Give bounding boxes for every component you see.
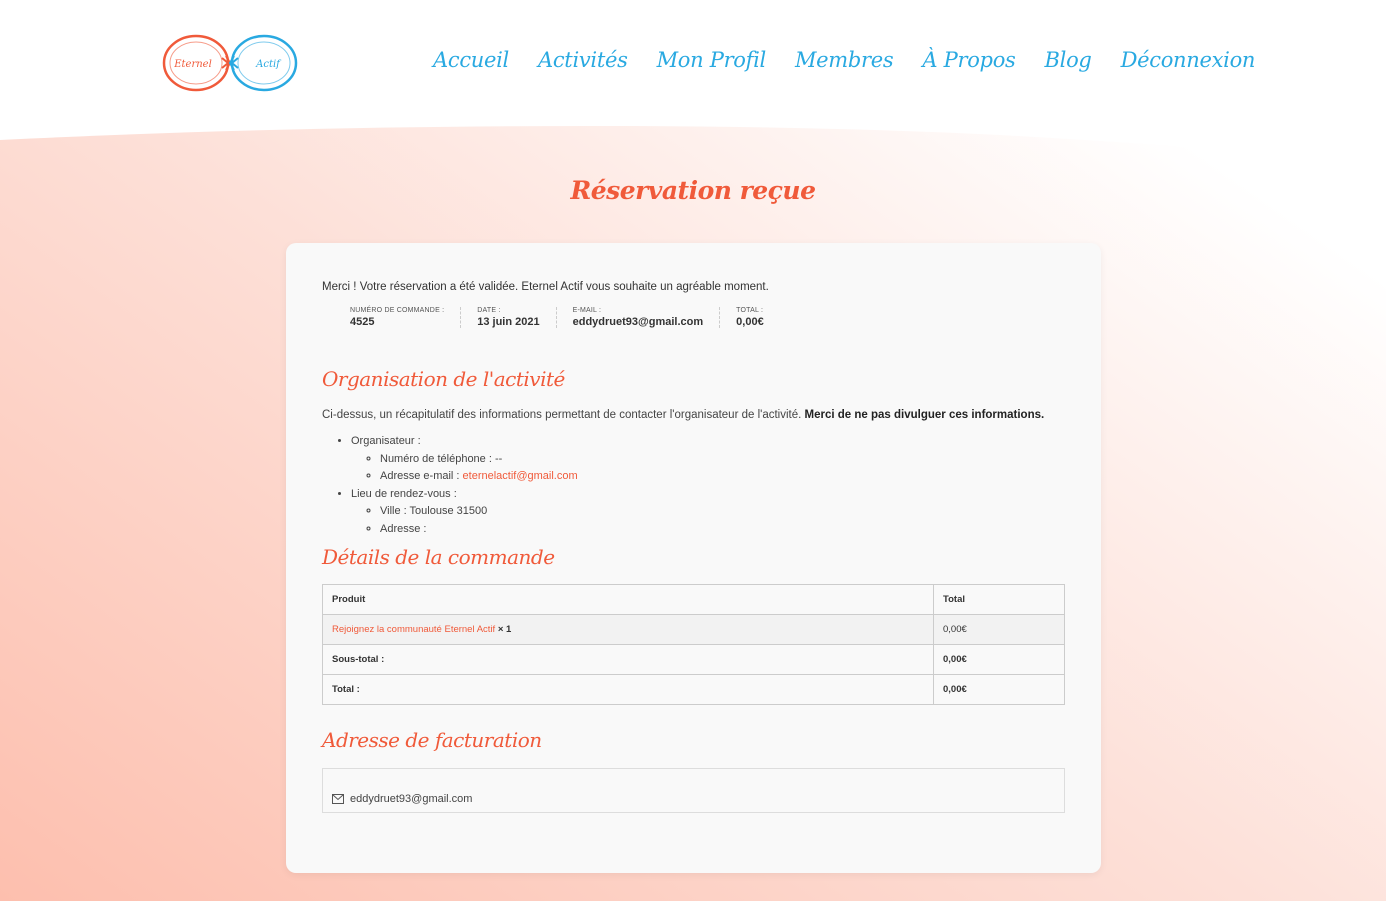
order-card: Merci ! Votre réservation a été validée.…: [286, 243, 1101, 873]
page-title: Réservation reçue: [570, 176, 816, 205]
order-number-value: 4525: [350, 316, 375, 328]
product-quantity: × 1: [497, 624, 512, 635]
envelope-icon: [332, 794, 344, 804]
header-total: Total: [933, 584, 1065, 615]
order-details-table: Produit Total Rejoignez la communauté Et…: [322, 584, 1065, 705]
organizer-label: Organisateur :: [351, 435, 421, 447]
billing-email: eddydruet93@gmail.com: [350, 793, 473, 805]
organisation-intro-text: Ci-dessus, un récapitulatif des informat…: [322, 409, 802, 421]
nav-membres[interactable]: Membres: [795, 48, 894, 72]
meeting-place-label: Lieu de rendez-vous :: [351, 487, 457, 500]
organisation-intro: Ci-dessus, un récapitulatif des informat…: [322, 409, 1044, 421]
organizer-email-label: Adresse e-mail :: [380, 470, 463, 482]
table-row: Total : 0,00€: [322, 674, 1065, 705]
nav-deconnexion[interactable]: Déconnexion: [1121, 48, 1256, 72]
order-number-label: Numéro de commande :: [350, 307, 445, 314]
product-link[interactable]: Rejoignez la communauté Eternel Actif: [332, 624, 495, 635]
svg-text:Actif: Actif: [255, 59, 282, 70]
order-number: Numéro de commande : 4525: [350, 307, 460, 328]
order-date-value: 13 juin 2021: [477, 316, 540, 328]
organizer-phone: Numéro de téléphone : --: [380, 451, 578, 469]
order-email-label: E-mail :: [572, 307, 602, 314]
svg-text:Eternel: Eternel: [173, 59, 212, 70]
nav-activites[interactable]: Activités: [538, 48, 628, 72]
order-email: E-mail : eddydruet93@gmail.com: [555, 307, 720, 328]
order-email-value: eddydruet93@gmail.com: [572, 316, 704, 328]
order-total-value: 0,00€: [736, 316, 764, 328]
meeting-address: Adresse :: [380, 521, 578, 539]
table-header-row: Produit Total: [322, 584, 1065, 615]
nav-blog[interactable]: Blog: [1045, 48, 1092, 72]
nav-accueil[interactable]: Accueil: [433, 48, 509, 72]
main-nav: Accueil Activités Mon Profil Membres À P…: [433, 48, 1284, 72]
nav-mon-profil[interactable]: Mon Profil: [657, 48, 767, 72]
organizer-email-link[interactable]: eternelactif@gmail.com: [463, 470, 578, 482]
organisation-heading: Organisation de l'activité: [322, 367, 565, 391]
order-overview: Numéro de commande : 4525 Date : 13 juin…: [350, 307, 780, 328]
product-total: 0,00€: [933, 614, 1065, 645]
header-product: Produit: [322, 584, 934, 615]
organizer-email-item: Adresse e-mail : eternelactif@gmail.com: [380, 468, 578, 486]
table-row: Sous-total : 0,00€: [322, 644, 1065, 675]
nav-a-propos[interactable]: À Propos: [922, 48, 1015, 72]
order-date: Date : 13 juin 2021: [460, 307, 555, 328]
organizer-item: Organisateur : Numéro de téléphone : -- …: [351, 433, 578, 486]
organisation-intro-warning: Merci de ne pas divulguer ces informatio…: [804, 409, 1045, 421]
order-total-label: Total :: [736, 307, 764, 314]
order-total: Total : 0,00€: [719, 307, 780, 328]
billing-heading: Adresse de facturation: [322, 728, 542, 752]
table-row: Rejoignez la communauté Eternel Actif × …: [322, 614, 1065, 645]
site-header: Eternel Actif Accueil Activités Mon Prof…: [0, 0, 1386, 130]
total-label: Total :: [322, 674, 934, 705]
meeting-city: Ville : Toulouse 31500: [380, 503, 578, 521]
order-details-heading: Détails de la commande: [322, 545, 555, 569]
thank-you-message: Merci ! Votre réservation a été validée.…: [322, 281, 769, 293]
total-value: 0,00€: [933, 674, 1065, 705]
product-cell: Rejoignez la communauté Eternel Actif × …: [322, 614, 934, 645]
organisation-info-list: Organisateur : Numéro de téléphone : -- …: [322, 433, 578, 538]
site-logo[interactable]: Eternel Actif: [160, 30, 302, 96]
subtotal-value: 0,00€: [933, 644, 1065, 675]
meeting-place-item: Lieu de rendez-vous : Ville : Toulouse 3…: [351, 486, 578, 539]
billing-email-row: eddydruet93@gmail.com: [332, 793, 472, 805]
subtotal-label: Sous-total :: [322, 644, 934, 675]
billing-address-box: eddydruet93@gmail.com: [322, 768, 1065, 813]
order-date-label: Date :: [477, 307, 501, 314]
